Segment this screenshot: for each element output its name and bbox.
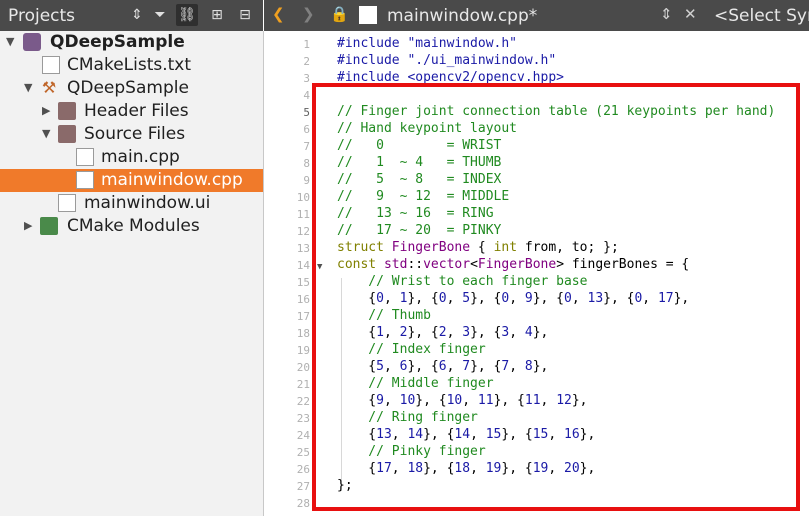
filter-icon[interactable]: ⏷ (149, 4, 171, 26)
tree-item-label: Header Files (84, 101, 189, 121)
line-number: 11 (296, 208, 310, 221)
line-number: 17 (296, 310, 310, 323)
folder-icon (58, 125, 76, 143)
line-number: 5 (303, 106, 310, 119)
tree-item-mainwindow-cpp[interactable]: mainwindow.cpp (0, 169, 263, 192)
line-number: 25 (296, 446, 310, 459)
code-line: #include "mainwindow.h" (337, 36, 518, 51)
tree-item-label: mainwindow.cpp (101, 170, 243, 190)
project-tree: ▼ QDeepSample CMakeLists.txt ▼ ⚒ QDeepSa… (0, 31, 264, 516)
tree-item-cmake-modules[interactable]: ▶ CMake Modules (0, 215, 263, 238)
build-hammer-icon: ⚒ (41, 78, 57, 97)
line-number: 21 (296, 378, 310, 391)
line-number: 9 (303, 174, 310, 187)
line-number: 26 (296, 463, 310, 476)
lock-icon: 🔒 (330, 5, 349, 23)
symbol-selector[interactable]: <Select Sym (714, 6, 809, 26)
highlight-box (312, 83, 800, 511)
line-number: 7 (303, 140, 310, 153)
close-panel-icon[interactable]: ⊟ (234, 4, 256, 26)
chevron-right-icon[interactable]: ▶ (42, 104, 54, 117)
tree-item-main-cpp[interactable]: main.cpp (0, 146, 263, 169)
tree-item-project-root[interactable]: ▼ QDeepSample (0, 31, 263, 54)
line-number: 2 (303, 55, 310, 68)
editor-filename[interactable]: mainwindow.cpp* (387, 6, 537, 26)
back-icon[interactable]: ❮ (272, 5, 285, 23)
line-number: 12 (296, 225, 310, 238)
forward-icon[interactable]: ❯ (302, 5, 315, 23)
line-number: 19 (296, 344, 310, 357)
project-icon (23, 33, 41, 51)
tree-item-label: QDeepSample (67, 78, 189, 98)
line-number: 1 (303, 38, 310, 51)
projects-panel-header: Projects ⇕ ⏷ ⛓ ⊞ ⊟ (0, 0, 263, 31)
tree-item-label: Source Files (84, 124, 186, 144)
editor-toolbar: ❮ ❯ 🔒 mainwindow.cpp* ⇕ ✕ <Select Sym (264, 0, 809, 31)
chevron-down-icon[interactable]: ▼ (6, 35, 18, 48)
chevron-down-icon[interactable]: ▼ (42, 127, 54, 140)
line-number: 15 (296, 276, 310, 289)
cpp-file-icon (76, 171, 94, 189)
tree-item-target[interactable]: ▼ ⚒ QDeepSample (0, 77, 263, 100)
tree-item-label: main.cpp (101, 147, 180, 167)
tree-item-label: CMakeLists.txt (67, 55, 192, 75)
folder-icon (58, 102, 76, 120)
sort-updown-icon[interactable]: ⇕ (126, 4, 148, 26)
line-number: 10 (296, 191, 310, 204)
chevron-down-icon[interactable]: ▼ (24, 81, 36, 94)
tree-item-source-files[interactable]: ▼ Source Files (0, 123, 263, 146)
line-number: 14 (296, 259, 310, 272)
cpp-file-icon (359, 6, 377, 24)
line-number: 28 (296, 497, 310, 510)
tree-item-cmakelists[interactable]: CMakeLists.txt (0, 54, 263, 77)
cmake-file-icon (42, 56, 60, 74)
line-number: 18 (296, 327, 310, 340)
line-number: 23 (296, 412, 310, 425)
cpp-file-icon (76, 148, 94, 166)
chevron-right-icon[interactable]: ▶ (24, 219, 36, 232)
close-icon[interactable]: ✕ (684, 5, 697, 23)
line-number: 27 (296, 480, 310, 493)
chevron-updown-icon[interactable]: ⇕ (660, 5, 673, 23)
tree-item-header-files[interactable]: ▶ Header Files (0, 100, 263, 123)
projects-panel-title: Projects (8, 6, 76, 26)
cmake-folder-icon (40, 217, 58, 235)
line-number-gutter: 1 2 3 4 5 6 7 8 9 10 11 12 13 14 15 16 17 18 19 20 21 22 23 24 2… (264, 31, 314, 516)
split-icon[interactable]: ⊞ (206, 4, 228, 26)
line-number: 4 (303, 89, 310, 102)
line-number: 22 (296, 395, 310, 408)
line-number: 3 (303, 72, 310, 85)
line-number: 20 (296, 361, 310, 374)
line-number: 16 (296, 293, 310, 306)
tree-item-label: QDeepSample (50, 32, 185, 52)
line-number: 24 (296, 429, 310, 442)
tree-item-mainwindow-ui[interactable]: mainwindow.ui (0, 192, 263, 215)
line-number: 8 (303, 157, 310, 170)
link-icon[interactable]: ⛓ (176, 4, 198, 26)
tree-item-label: mainwindow.ui (84, 193, 211, 213)
tree-item-label: CMake Modules (67, 216, 200, 236)
line-number: 13 (296, 242, 310, 255)
line-number: 6 (303, 123, 310, 136)
code-line: #include "./ui_mainwindow.h" (337, 53, 557, 68)
ui-file-icon (58, 194, 76, 212)
